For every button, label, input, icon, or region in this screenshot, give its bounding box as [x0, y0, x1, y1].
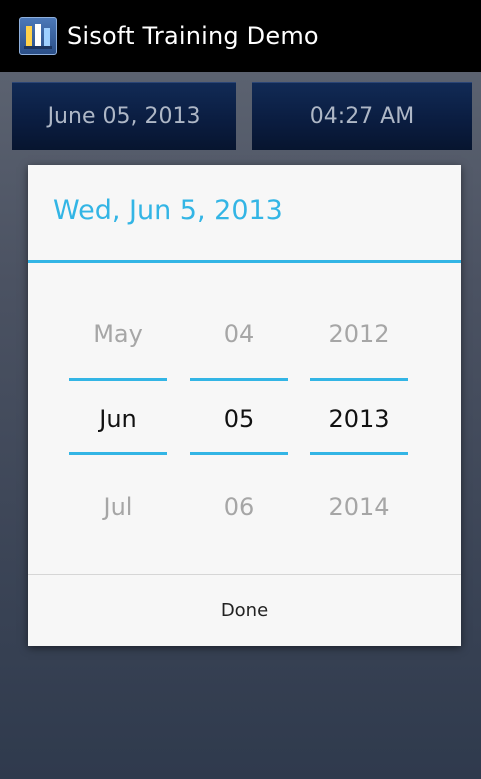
year-selection-line-top	[310, 378, 408, 381]
date-time-row: June 05, 2013 04:27 AM	[12, 82, 472, 150]
month-picker[interactable]: May Jun Jul	[69, 265, 167, 565]
month-selection-line-top	[69, 378, 167, 381]
year-picker[interactable]: 2012 2013 2014	[310, 265, 408, 565]
year-prev[interactable]: 2012	[310, 320, 408, 348]
day-selection-line-bottom	[190, 452, 288, 455]
sisoft-logo-icon[interactable]	[19, 17, 57, 55]
title-divider	[28, 260, 461, 263]
day-current[interactable]: 05	[190, 405, 288, 433]
day-selection-line-top	[190, 378, 288, 381]
month-prev[interactable]: May	[69, 320, 167, 348]
day-prev[interactable]: 04	[190, 320, 288, 348]
year-current[interactable]: 2013	[310, 405, 408, 433]
month-current[interactable]: Jun	[69, 405, 167, 433]
month-next[interactable]: Jul	[69, 493, 167, 521]
done-button[interactable]: Done	[28, 575, 461, 646]
day-picker[interactable]: 04 05 06	[190, 265, 288, 565]
dialog-title: Wed, Jun 5, 2013	[53, 195, 283, 226]
date-button[interactable]: June 05, 2013	[12, 82, 236, 150]
action-bar: Sisoft Training Demo	[0, 0, 481, 72]
year-selection-line-bottom	[310, 452, 408, 455]
app-title: Sisoft Training Demo	[67, 22, 319, 50]
date-picker-dialog: Wed, Jun 5, 2013 May Jun Jul 04 05 06 20…	[28, 165, 461, 646]
time-button[interactable]: 04:27 AM	[252, 82, 472, 150]
month-selection-line-bottom	[69, 452, 167, 455]
day-next[interactable]: 06	[190, 493, 288, 521]
year-next[interactable]: 2014	[310, 493, 408, 521]
